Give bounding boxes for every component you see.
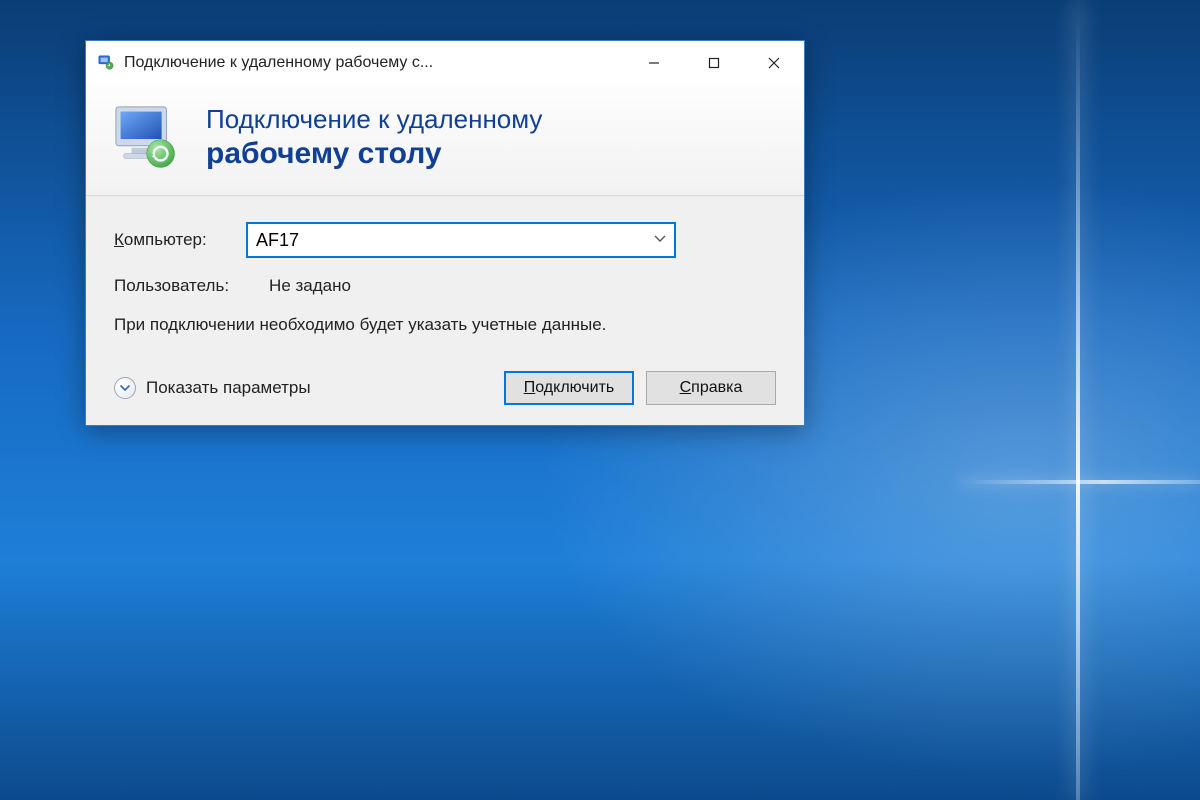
user-label: Пользователь:	[114, 276, 229, 296]
dialog-footer: Показать параметры Подключить Справка	[114, 367, 776, 405]
heading-line-1: Подключение к удаленному	[206, 104, 542, 135]
chevron-down-circle-icon	[114, 377, 136, 399]
computer-combobox[interactable]	[246, 222, 676, 258]
computer-field-row: Компьютер:	[114, 222, 776, 258]
rdp-hero-icon	[108, 103, 186, 173]
dialog-heading: Подключение к удаленному рабочему столу	[206, 104, 542, 171]
credentials-info: При подключении необходимо будет указать…	[114, 314, 654, 337]
heading-line-2: рабочему столу	[206, 136, 542, 172]
minimize-button[interactable]	[624, 41, 684, 85]
user-value: Не задано	[269, 276, 351, 296]
titlebar[interactable]: Подключение к удаленному рабочему с...	[86, 41, 804, 85]
window-controls	[624, 41, 804, 85]
help-button[interactable]: Справка	[646, 371, 776, 405]
rdp-app-icon	[96, 53, 116, 73]
show-options-label: Показать параметры	[146, 378, 311, 398]
connect-button[interactable]: Подключить	[504, 371, 634, 405]
background-light-horizontal	[960, 480, 1200, 484]
computer-input[interactable]	[256, 230, 646, 251]
dialog-header: Подключение к удаленному рабочему столу	[86, 85, 804, 196]
maximize-button[interactable]	[684, 41, 744, 85]
chevron-down-icon[interactable]	[646, 234, 666, 246]
show-options-toggle[interactable]: Показать параметры	[114, 377, 311, 399]
user-row: Пользователь: Не задано	[114, 276, 776, 296]
close-button[interactable]	[744, 41, 804, 85]
dialog-body: Компьютер: Пользователь: Не задано При п…	[86, 196, 804, 425]
button-group: Подключить Справка	[504, 371, 776, 405]
background-light	[1076, 0, 1080, 800]
rdp-dialog-window: Подключение к удаленному рабочему с...	[85, 40, 805, 426]
window-title: Подключение к удаленному рабочему с...	[124, 54, 624, 72]
computer-label: Компьютер:	[114, 230, 234, 250]
